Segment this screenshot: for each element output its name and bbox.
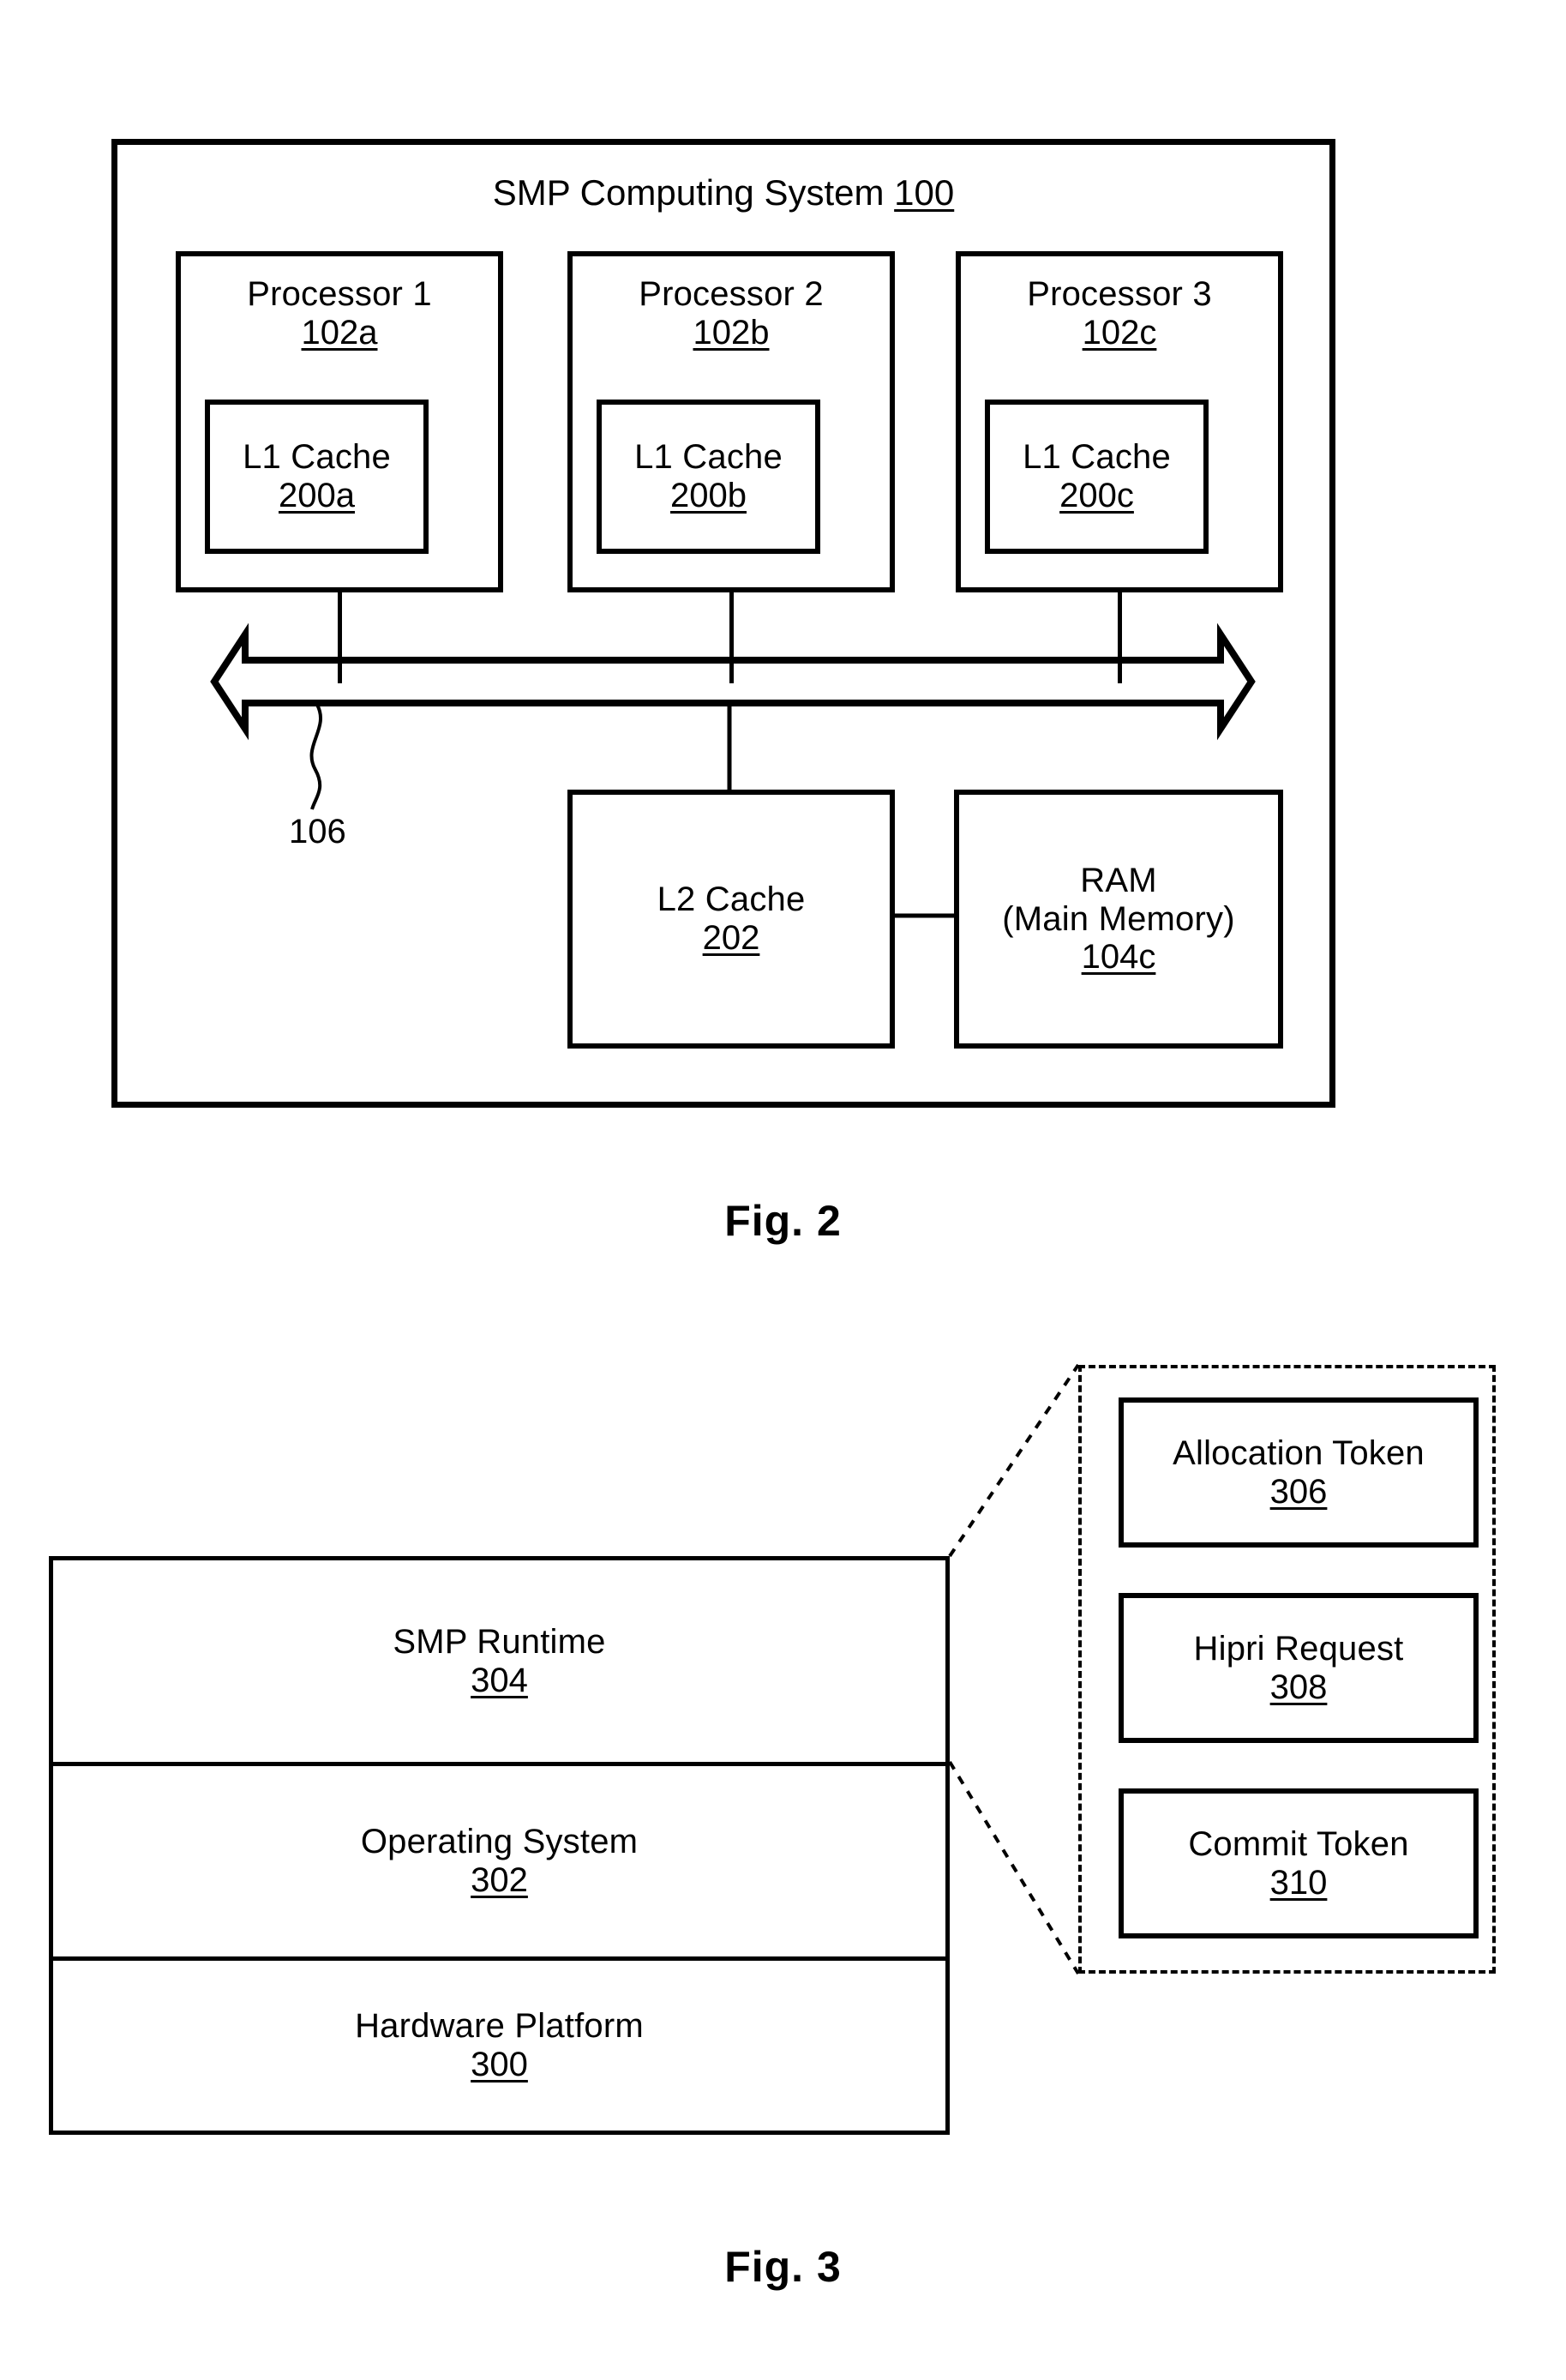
processor-1-label-block: Processor 1 102a <box>181 275 498 352</box>
allocation-token-label: Allocation Token <box>1173 1433 1425 1472</box>
smp-computing-system-ref: 100 <box>894 172 955 213</box>
commit-token-ref: 310 <box>1269 1863 1328 1902</box>
hipri-request-ref: 308 <box>1269 1668 1328 1706</box>
hipri-request-label: Hipri Request <box>1193 1629 1404 1668</box>
hardware-platform-box: Hardware Platform 300 <box>49 1956 950 2135</box>
l2-cache-box: L2 Cache 202 <box>567 790 895 1049</box>
commit-token-label: Commit Token <box>1188 1824 1409 1863</box>
smp-runtime-box: SMP Runtime 304 <box>49 1556 950 1762</box>
l1-cache-200a-label: L1 Cache <box>243 438 391 477</box>
processor-1-bus-connector <box>338 592 342 683</box>
l1-cache-200c-ref: 200c <box>1059 477 1134 514</box>
callout-leader-line-top <box>948 1363 1080 1558</box>
processor-3-ref: 102c <box>1082 313 1157 352</box>
ram-label-line1: RAM <box>1080 861 1157 899</box>
l1-cache-200c-box: L1 Cache 200c <box>985 400 1209 554</box>
processor-3-label-block: Processor 3 102c <box>961 275 1278 352</box>
smp-computing-system-title: SMP Computing System 100 <box>117 172 1329 213</box>
l1-cache-200a-box: L1 Cache 200a <box>205 400 429 554</box>
l1-cache-200a-ref: 200a <box>279 477 355 514</box>
processor-3-bus-connector <box>1118 592 1122 683</box>
l1-cache-200c-label: L1 Cache <box>1023 438 1171 477</box>
figure-2-caption: Fig. 2 <box>724 1197 842 1245</box>
l1-cache-200b-box: L1 Cache 200b <box>597 400 820 554</box>
system-bus-ref-label: 106 <box>289 813 346 850</box>
processor-1-ref: 102a <box>301 313 378 352</box>
operating-system-box: Operating System 302 <box>49 1762 950 1956</box>
smp-runtime-ref: 304 <box>471 1661 528 1699</box>
ram-box: RAM (Main Memory) 104c <box>954 790 1283 1049</box>
commit-token-box: Commit Token 310 <box>1119 1788 1479 1938</box>
ram-label-line2: (Main Memory) <box>1002 899 1235 938</box>
processor-2-label-block: Processor 2 102b <box>573 275 890 352</box>
processor-2-bus-connector <box>729 592 734 683</box>
operating-system-ref: 302 <box>471 1861 528 1899</box>
processor-2-ref: 102b <box>693 313 770 352</box>
allocation-token-ref: 306 <box>1269 1472 1328 1511</box>
processor-1-label: Processor 1 <box>247 275 432 313</box>
operating-system-label: Operating System <box>360 1823 639 1861</box>
processor-3-label: Processor 3 <box>1027 275 1212 313</box>
patent-figure-page: SMP Computing System 100 Processor 1 102… <box>0 0 1566 2380</box>
l1-cache-200b-ref: 200b <box>670 477 747 514</box>
hardware-platform-label: Hardware Platform <box>355 2007 644 2046</box>
hardware-platform-ref: 300 <box>471 2046 528 2083</box>
callout-leader-line-bottom <box>948 1760 1080 1975</box>
processor-2-label: Processor 2 <box>639 275 824 313</box>
hipri-request-box: Hipri Request 308 <box>1119 1593 1479 1743</box>
l2-cache-label: L2 Cache <box>657 880 806 919</box>
smp-computing-system-title-text: SMP Computing System <box>492 172 885 213</box>
ram-ref: 104c <box>1081 938 1156 977</box>
l2-cache-ref: 202 <box>702 919 760 957</box>
l1-cache-200b-label: L1 Cache <box>634 438 783 477</box>
allocation-token-box: Allocation Token 306 <box>1119 1397 1479 1548</box>
smp-runtime-label: SMP Runtime <box>393 1622 606 1661</box>
figure-3-caption: Fig. 3 <box>724 2243 842 2291</box>
